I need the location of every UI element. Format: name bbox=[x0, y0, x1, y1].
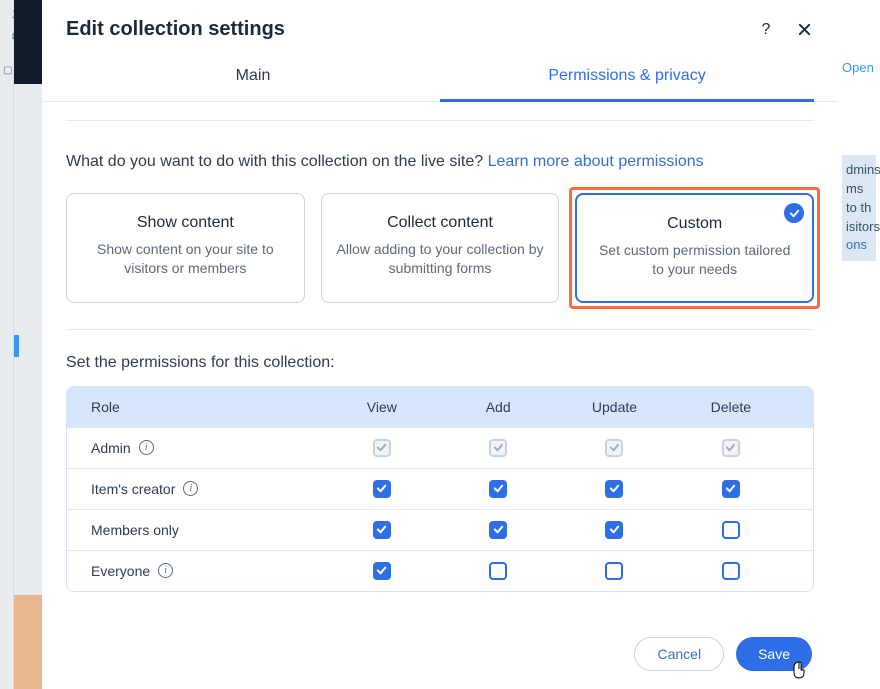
option-desc: Allow adding to your collection by submi… bbox=[336, 240, 545, 278]
prompt-text: What do you want to do with this collect… bbox=[66, 153, 488, 170]
option-show-content[interactable]: Show content Show content on your site t… bbox=[66, 193, 305, 303]
backdrop-text: ms to th bbox=[846, 181, 871, 215]
checkbox-delete[interactable] bbox=[722, 480, 740, 498]
learn-permissions-link[interactable]: Learn more about permissions bbox=[488, 153, 704, 170]
col-role: Role bbox=[91, 399, 324, 415]
option-title: Custom bbox=[591, 215, 798, 233]
col-add: Add bbox=[440, 399, 556, 415]
edit-collection-modal: Edit collection settings ? Main Permissi… bbox=[42, 0, 838, 689]
checkbox-view[interactable] bbox=[373, 562, 391, 580]
option-collect-content[interactable]: Collect content Allow adding to your col… bbox=[321, 193, 560, 303]
backdrop-text: isitors. bbox=[846, 219, 880, 234]
checkbox-add[interactable] bbox=[489, 521, 507, 539]
option-custom[interactable]: Custom Set custom permission tailored to… bbox=[575, 193, 814, 303]
checkbox-add[interactable] bbox=[489, 480, 507, 498]
permissions-section-title: Set the permissions for this collection: bbox=[66, 354, 814, 372]
permissions-table: Role View Add Update Delete Admini Item's… bbox=[66, 386, 814, 592]
checkbox-add bbox=[489, 439, 507, 457]
checkbox-update bbox=[605, 439, 623, 457]
row-label: Members only bbox=[91, 522, 324, 538]
help-icon[interactable]: ? bbox=[756, 20, 776, 40]
table-row: Item's creatori bbox=[67, 468, 813, 509]
modal-title: Edit collection settings bbox=[66, 18, 285, 41]
desktop-icon: ▢ bbox=[3, 65, 12, 76]
checkbox-delete bbox=[722, 439, 740, 457]
table-header: Role View Add Update Delete bbox=[67, 387, 813, 427]
close-icon[interactable] bbox=[794, 20, 814, 40]
info-icon[interactable]: i bbox=[183, 481, 198, 496]
row-label: Item's creatori bbox=[91, 481, 324, 497]
checkbox-update[interactable] bbox=[605, 521, 623, 539]
table-row: Admini bbox=[67, 427, 813, 468]
option-title: Collect content bbox=[336, 214, 545, 232]
checkbox-view bbox=[373, 439, 391, 457]
col-view: View bbox=[324, 399, 440, 415]
table-row: Everyonei bbox=[67, 550, 813, 591]
checkbox-view[interactable] bbox=[373, 480, 391, 498]
backdrop-link[interactable]: ons bbox=[846, 237, 867, 252]
col-update: Update bbox=[556, 399, 672, 415]
info-icon[interactable]: i bbox=[139, 440, 154, 455]
tab-permissions[interactable]: Permissions & privacy bbox=[440, 53, 814, 101]
checkbox-update[interactable] bbox=[605, 562, 623, 580]
checkbox-delete[interactable] bbox=[722, 521, 740, 539]
info-icon[interactable]: i bbox=[158, 563, 173, 578]
table-row: Members only bbox=[67, 509, 813, 550]
row-label: Admini bbox=[91, 440, 324, 456]
checkbox-delete[interactable] bbox=[722, 562, 740, 580]
check-icon bbox=[784, 203, 804, 223]
save-button[interactable]: Save bbox=[736, 637, 812, 671]
checkbox-update[interactable] bbox=[605, 480, 623, 498]
tab-main[interactable]: Main bbox=[66, 53, 440, 101]
backdrop-text: dmins bbox=[846, 162, 880, 177]
checkbox-view[interactable] bbox=[373, 521, 391, 539]
option-desc: Set custom permission tailored to your n… bbox=[591, 241, 798, 279]
backdrop-right-panel: Open dmins ms to th isitors. ons oads rs… bbox=[838, 0, 880, 689]
option-desc: Show content on your site to visitors or… bbox=[81, 240, 290, 278]
option-title: Show content bbox=[81, 214, 290, 232]
row-label: Everyonei bbox=[91, 563, 324, 579]
cancel-button[interactable]: Cancel bbox=[634, 637, 724, 671]
backdrop-open-link[interactable]: Open bbox=[842, 60, 874, 75]
tabs: Main Permissions & privacy bbox=[42, 53, 838, 102]
col-delete: Delete bbox=[673, 399, 789, 415]
checkbox-add[interactable] bbox=[489, 562, 507, 580]
